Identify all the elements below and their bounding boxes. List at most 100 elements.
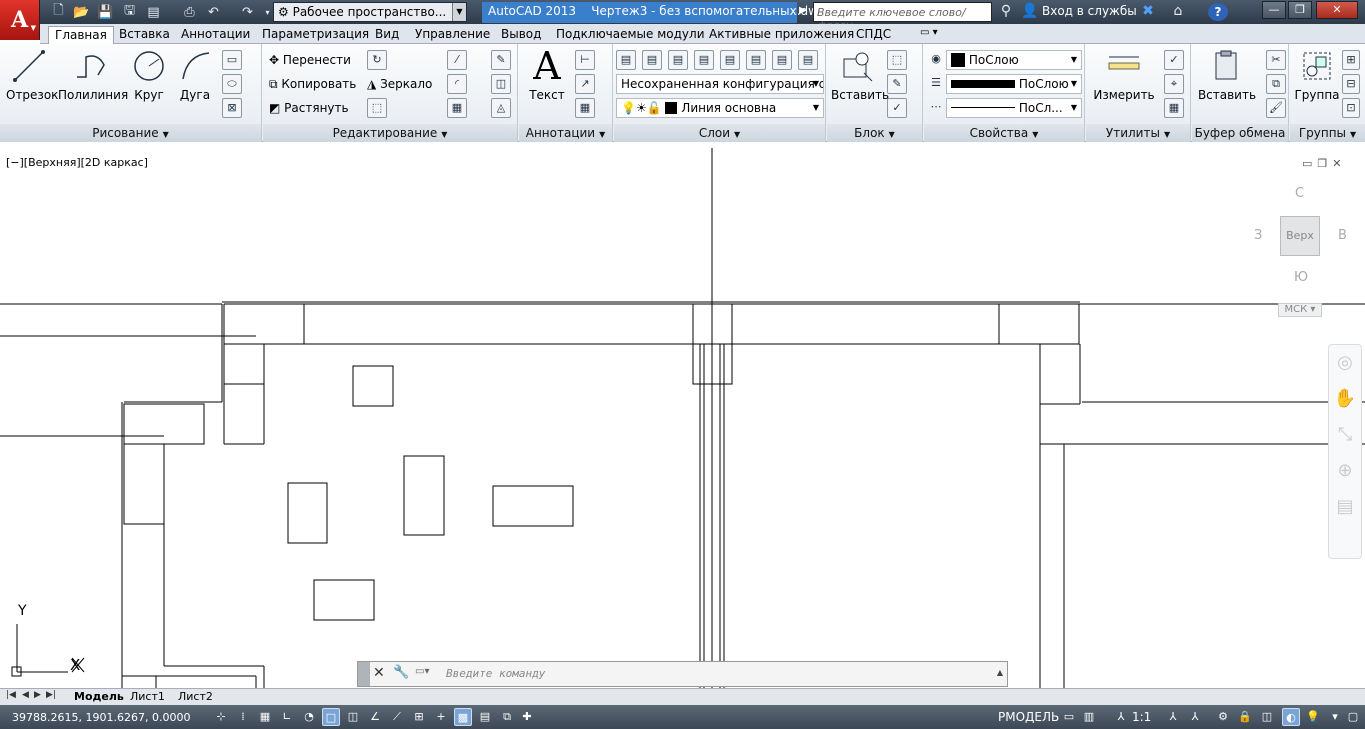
tab-output[interactable]: Вывод (501, 26, 541, 44)
panel-draw-title[interactable]: Рисование ▼ (0, 124, 261, 142)
dynamic-ucs-icon[interactable]: ⟋ (388, 708, 406, 726)
save-as-icon[interactable]: 🖫 (120, 3, 139, 21)
lineweight-icon[interactable]: ☰ (926, 74, 946, 94)
tab-parametric[interactable]: Параметризация (262, 26, 369, 44)
binoculars-icon[interactable]: ⚲ (996, 3, 1016, 21)
array-icon[interactable]: ▦ (447, 98, 467, 118)
arc-button[interactable]: Дуга (178, 48, 212, 102)
line-button[interactable]: Отрезок (6, 48, 58, 102)
viewcube-south[interactable]: Ю (1294, 270, 1308, 285)
text-button[interactable]: A Текст (527, 44, 567, 102)
next-tab-icon[interactable]: ▶ (34, 690, 41, 700)
viewcube-east[interactable]: В (1338, 228, 1347, 243)
workspace-switch-icon[interactable]: ⚙ (1214, 708, 1232, 726)
id-point-icon[interactable]: ⌖ (1164, 74, 1184, 94)
annotation-scale-icon[interactable]: ⅄ (1112, 708, 1130, 726)
linetype-icon[interactable]: ⋯ (926, 98, 946, 118)
infer-constraints-icon[interactable]: ⊹ (212, 708, 230, 726)
save-icon[interactable]: 💾 (96, 3, 115, 21)
sign-in-link[interactable]: Вход в службы (1042, 4, 1137, 18)
auto-scale-icon[interactable]: ⅄ (1186, 708, 1204, 726)
rectangle-icon[interactable]: ▭ (222, 50, 242, 70)
group-edit-icon[interactable]: ⊟ (1342, 74, 1360, 94)
redo-icon[interactable]: ↷ (238, 3, 257, 21)
cut-icon[interactable]: ✂ (1266, 50, 1286, 70)
maximize-button[interactable]: ❐ (1288, 1, 1312, 19)
grid-display-icon[interactable]: ▦ (256, 708, 274, 726)
layer-walk-icon[interactable]: ▤ (798, 50, 818, 70)
viewcube-top-face[interactable]: Верх (1280, 216, 1320, 256)
close-button[interactable]: ✕ (1316, 1, 1358, 19)
hatch-icon[interactable]: ⬭ (222, 74, 242, 94)
zoom-icon[interactable]: ⤡ (1329, 417, 1361, 453)
layer-isolate-icon[interactable]: ▤ (694, 50, 714, 70)
layer-match-icon[interactable]: ▤ (772, 50, 792, 70)
ortho-mode-icon[interactable]: ∟ (278, 708, 296, 726)
orbit-icon[interactable]: ⊕ (1329, 453, 1361, 489)
open-file-icon[interactable]: 📂 (72, 3, 91, 21)
ucs-menu[interactable]: МСК ▾ (1278, 303, 1322, 317)
erase-icon[interactable]: ✎ (491, 50, 511, 70)
workspace-select[interactable]: ⚙ Рабочее пространство... ▼ (273, 2, 467, 22)
panel-utilities-title[interactable]: Утилиты ▼ (1086, 124, 1190, 142)
trim-icon[interactable]: ⁄ (447, 50, 467, 70)
viewcube-north[interactable]: С (1295, 186, 1304, 201)
status-menu-icon[interactable]: ▾ (1326, 708, 1344, 726)
mirror-button[interactable]: ◮ Зеркало (367, 74, 432, 94)
stretch-button[interactable]: ◩ Растянуть (269, 98, 349, 118)
lineweight-select[interactable]: ПоСлою ▼ (946, 74, 1082, 94)
color-select[interactable]: ПоСлою ▼ (946, 50, 1082, 70)
layer-state-select[interactable]: Несохраненная конфигурация сло ▼ (616, 74, 824, 94)
object-snap-icon[interactable]: □ (322, 708, 340, 726)
polar-tracking-icon[interactable]: ◔ (300, 708, 318, 726)
tab-view[interactable]: Вид (375, 26, 399, 44)
tab-insert[interactable]: Вставка (119, 26, 170, 44)
viewport-controls-label[interactable]: [−][Верхняя][2D каркас] (6, 156, 148, 169)
copy-clip-icon[interactable]: ⧉ (1266, 74, 1286, 94)
measure-button[interactable]: Измерить (1092, 48, 1156, 102)
fillet-icon[interactable]: ◜ (447, 74, 467, 94)
clean-screen-icon[interactable]: ▢ (1344, 708, 1362, 726)
quick-select-icon[interactable]: ✓ (1164, 50, 1184, 70)
tab-home[interactable]: Главная (48, 26, 114, 45)
tab-plugins[interactable]: Подключаемые модули (556, 26, 705, 44)
layer-select[interactable]: 💡☀🔓 Линия основна ▼ (616, 98, 824, 118)
match-properties-icon[interactable]: 🖌 (1266, 98, 1286, 118)
leader-icon[interactable]: ↗ (575, 74, 595, 94)
viewcube-west[interactable]: З (1254, 228, 1262, 243)
coordinates-readout[interactable]: 39788.2615, 1901.6267, 0.0000 (12, 711, 190, 724)
color-wheel-icon[interactable]: ◉ (926, 50, 946, 70)
linetype-select[interactable]: ПоСл... ▼ (946, 98, 1082, 118)
annotation-scale[interactable]: 1:1 (1132, 710, 1151, 724)
annotation-monitor-icon[interactable]: ✚ (518, 708, 536, 726)
last-tab-icon[interactable]: ▶| (46, 690, 56, 700)
ribbon-minimize-icon[interactable]: ▭ ▾ (920, 27, 938, 38)
lightbulb-icon[interactable]: 💡 (1304, 708, 1322, 726)
layout-icon[interactable]: ▥ (1080, 708, 1098, 726)
transparency-icon[interactable]: ▩ (454, 708, 472, 726)
table-icon[interactable]: ▦ (575, 98, 595, 118)
viewport-window-controls[interactable]: ▭❐✕ (1302, 157, 1346, 170)
history-up-icon[interactable]: ▲ (997, 668, 1003, 677)
panel-modify-title[interactable]: Редактирование ▼ (263, 124, 517, 142)
viewcube[interactable]: С З В Ю Верх (1250, 182, 1350, 302)
tab-layout1[interactable]: Лист1 (130, 690, 165, 703)
group-button[interactable]: Группа (1294, 48, 1340, 102)
plot-preview-icon[interactable]: ▤ (144, 3, 163, 21)
annotation-visibility-icon[interactable]: ⅄ (1164, 708, 1182, 726)
prompt-icon[interactable]: ▭▾ (415, 666, 429, 677)
tab-apps[interactable]: Активные приложения (709, 26, 854, 44)
ungroup-icon[interactable]: ⊞ (1342, 50, 1360, 70)
new-file-icon[interactable]: 🗋 (49, 3, 68, 21)
user-icon[interactable]: 👤 (1020, 3, 1040, 21)
paste-button[interactable]: Вставить (1196, 48, 1258, 102)
tab-manage[interactable]: Управление (415, 26, 490, 44)
layer-off-icon[interactable]: ▤ (668, 50, 688, 70)
layer-freeze-icon[interactable]: ▤ (720, 50, 740, 70)
rotate-icon[interactable]: ↻ (367, 50, 387, 70)
copy-button[interactable]: ⧉ Копировать (269, 74, 356, 94)
polyline-button[interactable]: Полилиния (58, 48, 128, 102)
3d-osnap-icon[interactable]: ◫ (344, 708, 362, 726)
create-block-icon[interactable]: ⬚ (887, 50, 907, 70)
circle-button[interactable]: Круг (130, 48, 168, 102)
